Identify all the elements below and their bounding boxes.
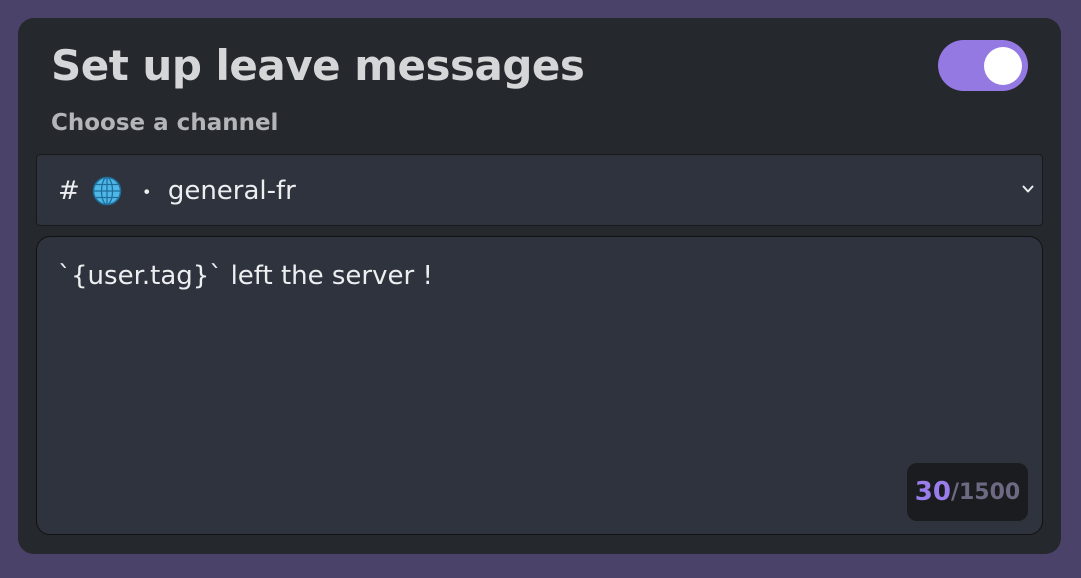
globe-icon — [92, 176, 122, 206]
channel-name: general-fr — [167, 176, 296, 206]
message-text: `{user.tag}` left the server ! — [58, 261, 433, 291]
leave-messages-card: Set up leave messages Choose a channel #… — [18, 18, 1061, 554]
counter-current: 30 — [914, 477, 951, 507]
message-textarea[interactable]: `{user.tag}` left the server ! 30 / 1500 — [36, 236, 1043, 535]
page-title: Set up leave messages — [51, 41, 585, 90]
chevron-down-icon — [1022, 185, 1034, 193]
channel-select[interactable]: # ・ general-fr — [36, 154, 1043, 226]
counter-separator: / — [950, 479, 959, 505]
character-counter: 30 / 1500 — [907, 463, 1028, 521]
leave-messages-toggle[interactable] — [938, 40, 1028, 91]
selected-channel: # ・ general-fr — [58, 175, 296, 207]
channel-separator: ・ — [135, 181, 158, 206]
counter-max: 1500 — [959, 479, 1021, 505]
channel-hash: # — [58, 176, 80, 206]
channel-label: Choose a channel — [51, 110, 279, 136]
toggle-knob — [984, 47, 1022, 85]
